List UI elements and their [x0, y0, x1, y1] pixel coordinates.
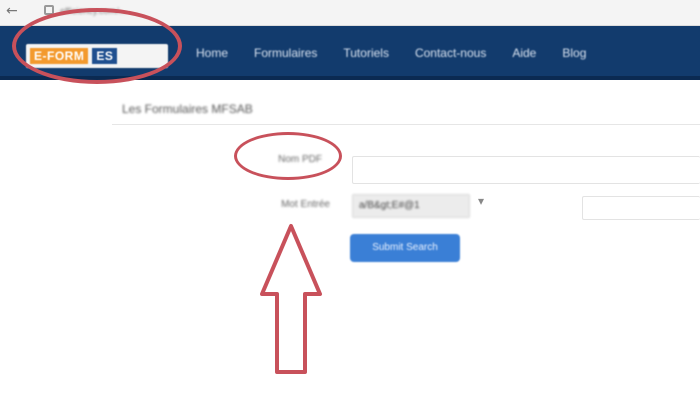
chevron-down-icon[interactable]: ▾: [478, 194, 484, 208]
field-label-mot-entree: Mot Entrée: [281, 199, 330, 210]
nav-item-home[interactable]: Home: [196, 46, 228, 60]
heading-divider: [112, 124, 700, 125]
page-heading: Les Formulaires MFSAB: [122, 102, 253, 116]
nav-item-formulaires[interactable]: Formulaires: [254, 46, 317, 60]
logo-highlight-circle: [12, 8, 182, 84]
back-arrow-icon[interactable]: ←: [6, 3, 18, 19]
secondary-input[interactable]: [582, 196, 700, 220]
nav-item-tutoriels[interactable]: Tutoriels: [343, 46, 389, 60]
submit-search-button[interactable]: Submit Search: [350, 234, 460, 262]
nav-item-contact[interactable]: Contact-nous: [415, 46, 486, 60]
entry-select[interactable]: a/B&gt;E#@1: [352, 194, 470, 218]
up-arrow-annotation-icon: [260, 224, 322, 374]
label-highlight-circle: [234, 132, 342, 180]
nav-item-blog[interactable]: Blog: [562, 46, 586, 60]
nom-pdf-input[interactable]: [352, 156, 700, 184]
nav-item-aide[interactable]: Aide: [512, 46, 536, 60]
nav-menu: Home Formulaires Tutoriels Contact-nous …: [196, 26, 586, 80]
